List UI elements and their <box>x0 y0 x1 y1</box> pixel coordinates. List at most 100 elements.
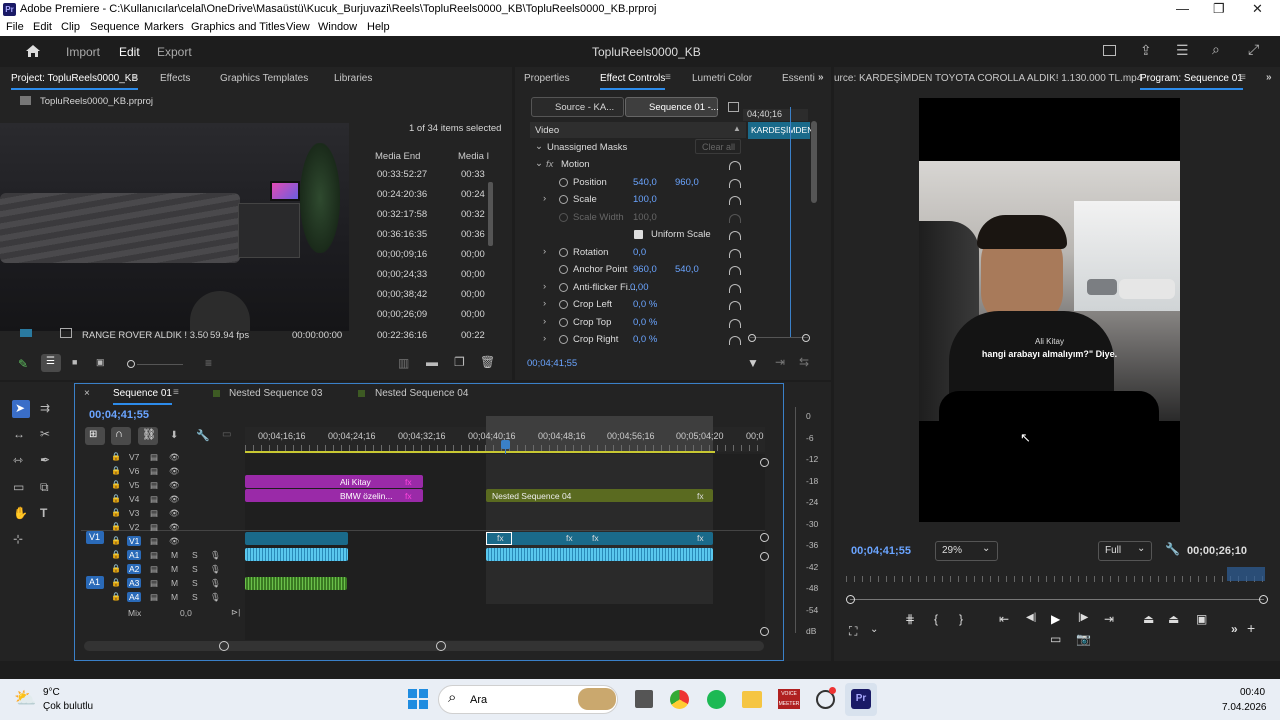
program-menu-icon[interactable]: ≡ <box>1240 72 1246 83</box>
ec-scrollbar[interactable] <box>811 121 817 203</box>
program-timecode[interactable]: 00;04;41;55 <box>851 545 911 557</box>
clip-a1-a[interactable] <box>245 548 348 561</box>
property-expand-icon[interactable]: › <box>543 316 546 327</box>
property-value-2[interactable]: 960,0 <box>675 177 699 188</box>
tab-lumetri-color[interactable]: Lumetri Color <box>692 73 752 84</box>
eye-icon[interactable]: 👁 <box>169 494 180 505</box>
go-to-out-icon[interactable]: ⇥ <box>1104 612 1114 626</box>
mark-in-icon[interactable]: { <box>934 612 938 626</box>
vscroll-top-handle[interactable] <box>760 458 769 467</box>
automate-icon[interactable]: ▥ <box>398 356 409 370</box>
eye-icon[interactable]: 👁 <box>169 522 180 533</box>
track-select-icon[interactable]: ⇉ <box>40 401 50 415</box>
start-icon[interactable] <box>408 689 428 709</box>
track-name-v6[interactable]: V6 <box>129 466 139 476</box>
eye-icon[interactable]: 👁 <box>169 480 180 491</box>
program-zoom-left-handle[interactable] <box>846 595 855 604</box>
freeform-view-icon[interactable]: ▣ <box>96 357 105 368</box>
vscroll-bottom-handle[interactable] <box>760 627 769 636</box>
stopwatch-icon[interactable] <box>559 300 568 309</box>
ec-timecode[interactable]: 00;04;41;55 <box>527 358 577 369</box>
sync-lock-icon[interactable]: ▤ <box>150 578 158 589</box>
loop-icon[interactable]: ⇆ <box>799 355 809 369</box>
mix-go-icon[interactable]: ⊳| <box>231 607 240 618</box>
sync-lock-icon[interactable]: ▤ <box>150 494 158 505</box>
collapse-video-icon[interactable]: ▲ <box>733 124 741 133</box>
motion-reset-icon[interactable] <box>729 161 741 170</box>
menu-sequence[interactable]: Sequence <box>90 21 140 33</box>
ec-zoom-bar[interactable] <box>750 337 808 338</box>
program-ruler[interactable] <box>846 576 1264 582</box>
tab-libraries[interactable]: Libraries <box>334 73 372 84</box>
mute-button[interactable]: M <box>171 550 178 560</box>
sync-lock-icon[interactable]: ▤ <box>150 508 158 519</box>
slip-icon[interactable]: ⇿ <box>13 453 23 467</box>
panel-menu-icon[interactable]: ≡ <box>132 72 138 83</box>
timeline-settings-icon[interactable]: 🔧 <box>196 429 210 442</box>
lock-icon[interactable]: 🔒 <box>111 480 121 489</box>
reset-icon[interactable] <box>729 214 741 223</box>
menu-edit[interactable]: Edit <box>33 21 52 33</box>
lock-icon[interactable]: 🔒 <box>111 466 121 475</box>
sync-lock-icon[interactable]: ▤ <box>150 452 158 463</box>
sync-lock-icon[interactable]: ▤ <box>150 480 158 491</box>
play-icon[interactable]: ▶ <box>1051 612 1060 626</box>
mix-value[interactable]: 0,0 <box>180 608 192 618</box>
solo-button[interactable]: S <box>192 564 198 574</box>
stopwatch-icon[interactable] <box>559 195 568 204</box>
project-scrollbar[interactable] <box>488 182 493 246</box>
hscroll-right-handle[interactable] <box>436 641 446 651</box>
property-value-1[interactable]: 0,0 % <box>633 334 657 345</box>
reframe-icon[interactable]: ⧉ <box>40 480 49 495</box>
home-icon[interactable] <box>25 44 41 58</box>
program-more-icon[interactable]: » <box>1266 72 1272 83</box>
track-name-v7[interactable]: V7 <box>129 452 139 462</box>
spotify-icon[interactable] <box>707 690 726 709</box>
mic-icon[interactable]: 🎙 <box>210 564 221 575</box>
clip-v4-bmw[interactable] <box>245 489 423 502</box>
mic-icon[interactable]: 🎙 <box>210 578 221 589</box>
program-video-frame[interactable]: Ali Kitay hangi arabayı almalıyım?" Diye… <box>919 98 1180 522</box>
reset-icon[interactable] <box>729 196 741 205</box>
media-thumbnail[interactable] <box>0 123 349 331</box>
type-icon[interactable]: T <box>40 506 47 520</box>
property-value-2[interactable]: 540,0 <box>675 264 699 275</box>
new-bin-icon[interactable]: ▬ <box>426 355 438 369</box>
lock-icon[interactable]: 🔒 <box>111 452 121 461</box>
in-out-range[interactable] <box>1227 567 1265 581</box>
close-icon[interactable]: ✕ <box>1252 1 1263 17</box>
track-name-v3[interactable]: V3 <box>129 508 139 518</box>
clip-v1-a[interactable] <box>245 532 348 545</box>
mic-icon[interactable]: 🎙 <box>210 550 221 561</box>
col-media-end[interactable]: Media End <box>375 151 420 162</box>
sync-lock-icon[interactable]: ▤ <box>150 536 158 547</box>
property-expand-icon[interactable]: › <box>543 333 546 344</box>
tab-source[interactable]: urce: KARDEŞİMDEN TOYOTA COROLLA ALDIK! … <box>834 73 1142 84</box>
export-tab[interactable]: Export <box>157 45 192 59</box>
razor-icon[interactable]: ✂ <box>40 427 50 441</box>
menu-view[interactable]: View <box>286 21 310 33</box>
eye-icon[interactable]: 👁 <box>169 466 180 477</box>
clip-v1-b[interactable] <box>486 532 713 545</box>
reset-icon[interactable] <box>729 266 741 275</box>
property-value-1[interactable]: 0,00 <box>630 282 649 293</box>
chrome-icon[interactable] <box>670 690 689 709</box>
reset-icon[interactable] <box>729 231 741 240</box>
minimize-icon[interactable]: — <box>1176 1 1189 16</box>
sync-lock-icon[interactable]: ▤ <box>150 466 158 477</box>
sort-icon[interactable]: ≡ <box>205 356 212 370</box>
vscroll-audio-handle[interactable] <box>760 552 769 561</box>
track-name-a1[interactable]: A1 <box>127 550 142 560</box>
tab-effect-controls[interactable]: Effect Controls <box>600 73 666 90</box>
extract-icon[interactable]: ⏏ <box>1168 612 1179 626</box>
reset-icon[interactable] <box>729 284 741 293</box>
ec-zoom-handle-right[interactable] <box>802 334 810 342</box>
tab-essential[interactable]: Essenti <box>782 73 815 84</box>
new-item-icon[interactable]: ❐ <box>454 355 465 369</box>
lock-icon[interactable]: 🔒 <box>111 578 121 587</box>
ec-zoom-handle-left[interactable] <box>748 334 756 342</box>
menu-clip[interactable]: Clip <box>61 21 80 33</box>
video-header[interactable]: Video <box>535 125 559 136</box>
add-marker-icon[interactable]: ⋕ <box>905 612 915 626</box>
sync-lock-icon[interactable]: ▤ <box>150 522 158 533</box>
